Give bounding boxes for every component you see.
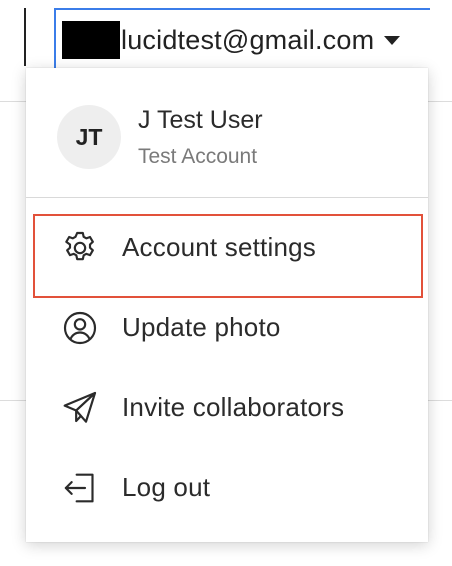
avatar: JT bbox=[57, 105, 121, 169]
menu-item-label: Log out bbox=[122, 472, 211, 502]
menu-item-label: Account settings bbox=[122, 232, 316, 262]
menu-item-log-out[interactable]: Log out bbox=[26, 448, 428, 528]
redaction-block bbox=[62, 21, 120, 59]
menu-item-update-photo[interactable]: Update photo bbox=[26, 288, 428, 368]
menu-divider bbox=[26, 197, 428, 198]
user-name: J Test User bbox=[138, 106, 263, 134]
user-header: JT J Test User Test Account bbox=[26, 68, 428, 197]
gear-icon bbox=[60, 228, 100, 268]
menu-item-label: Invite collaborators bbox=[122, 392, 345, 422]
avatar-initials: JT bbox=[75, 123, 103, 150]
user-circle-icon bbox=[60, 308, 100, 348]
app-stage: lucidtest@gmail.com JT J Test User Test … bbox=[0, 0, 452, 566]
menu-item-invite-collaborators[interactable]: Invite collaborators bbox=[26, 368, 428, 448]
account-email: lucidtest@gmail.com bbox=[121, 24, 375, 55]
log-out-icon bbox=[60, 468, 100, 508]
menu-item-label: Update photo bbox=[122, 312, 281, 342]
account-dropdown-trigger[interactable]: lucidtest@gmail.com bbox=[54, 8, 430, 70]
background-divider-vertical bbox=[24, 8, 26, 66]
account-menu: JT J Test User Test Account Account sett… bbox=[26, 68, 428, 542]
menu-item-account-settings[interactable]: Account settings bbox=[26, 208, 428, 298]
user-account-type: Test Account bbox=[138, 145, 258, 168]
caret-down-icon bbox=[384, 35, 401, 45]
paper-plane-icon bbox=[60, 388, 100, 428]
